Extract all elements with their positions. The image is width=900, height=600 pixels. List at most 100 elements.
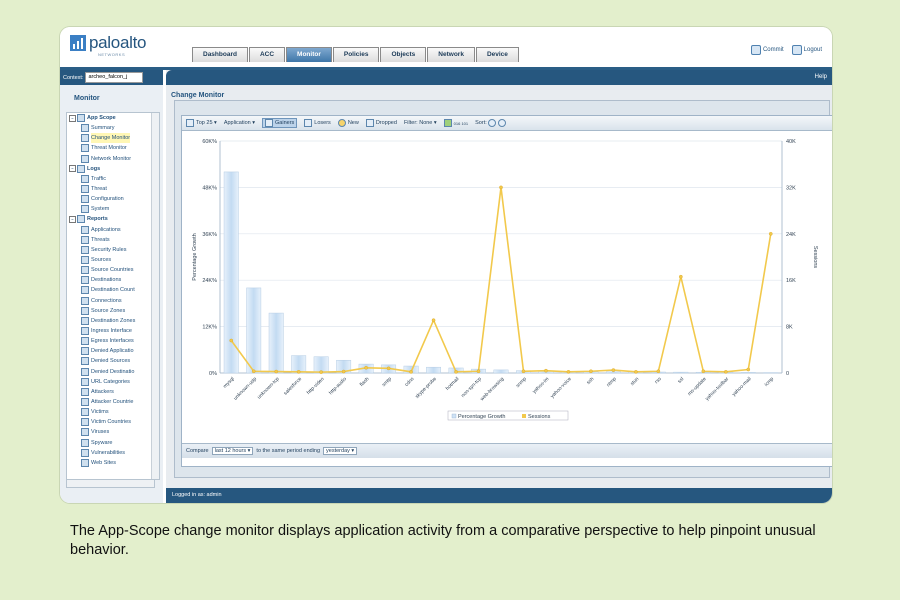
help-bar: Help <box>166 70 832 85</box>
tab-device[interactable]: Device <box>475 47 519 62</box>
filter-dropdown[interactable]: Filter: None ▾ <box>404 120 437 126</box>
context-bar: Context: archeo_falcon_j <box>60 70 163 85</box>
tree-item[interactable]: Change Monitor <box>67 133 159 144</box>
gainers-button[interactable]: Gainers <box>262 118 298 128</box>
tree-item[interactable]: Spyware <box>67 438 159 448</box>
y-right-tick-label: 24K <box>786 232 796 238</box>
tree-item[interactable]: Egress Interfaces <box>67 336 159 346</box>
filter-label: Filter: <box>403 120 418 126</box>
report-icon <box>81 245 89 254</box>
tree-item[interactable]: Applications <box>67 225 159 235</box>
tree-item[interactable]: Denied Destinatio <box>67 367 159 377</box>
tree-item[interactable]: Viruses <box>67 427 159 437</box>
tree-item[interactable]: Attacker Countrie <box>67 397 159 407</box>
report-icon <box>81 134 89 143</box>
collapse-icon[interactable]: − <box>69 215 76 223</box>
point-sessions <box>589 369 593 374</box>
collapse-icon[interactable]: − <box>69 165 76 173</box>
tree-item-label: Web Sites <box>91 459 116 466</box>
report-icon <box>81 205 89 214</box>
point-sessions <box>386 366 391 371</box>
tree-item[interactable]: Ingress Interface <box>67 326 159 336</box>
report-icon <box>81 458 89 467</box>
tree-item-label: Destination Count <box>91 287 135 294</box>
point-sessions <box>409 370 413 374</box>
y-right-tick-label: 40K <box>786 139 796 145</box>
sort-control[interactable]: Sort: <box>475 119 508 127</box>
tree-item-label: Summary <box>91 125 115 132</box>
tree-item[interactable]: Vulnerabilities <box>67 448 159 458</box>
compare-ending-select[interactable]: yesterday ▾ <box>323 447 358 455</box>
dropped-button[interactable]: Dropped <box>365 119 397 127</box>
collapse-icon[interactable]: − <box>69 114 76 122</box>
point-sessions <box>341 369 346 374</box>
tree-horizontal-scrollbar[interactable] <box>66 479 155 488</box>
report-icon <box>81 124 89 133</box>
app-window: paloalto NETWORKS Dashboard ACC Monitor Pol… <box>60 27 832 503</box>
tree-item-label: Vulnerabilities <box>91 449 126 456</box>
tree-item-label: Change Monitor <box>91 133 131 144</box>
bar-percentage-growth <box>426 366 442 374</box>
tree-item[interactable]: Victim Countries <box>67 417 159 427</box>
tree-item[interactable]: Security Rules <box>67 245 159 255</box>
report-icon <box>81 154 89 163</box>
tree-category[interactable]: − Reports <box>67 214 159 224</box>
tree-item[interactable]: Destinations <box>67 275 159 285</box>
x-tick-label: hotmail <box>445 376 461 392</box>
tree-item[interactable]: System <box>67 204 159 214</box>
tree-item[interactable]: URL Categories <box>67 377 159 387</box>
tree-item[interactable]: Configuration <box>67 194 159 204</box>
top-count-dropdown[interactable]: Top 25 ▾ <box>186 119 217 127</box>
tree-category[interactable]: − Logs <box>67 164 159 174</box>
losers-button[interactable]: Losers <box>304 119 331 127</box>
tree-item[interactable]: Attackers <box>67 387 159 397</box>
tab-policies[interactable]: Policies <box>332 47 380 62</box>
context-select[interactable]: archeo_falcon_j <box>85 72 144 83</box>
help-link[interactable]: Help <box>815 74 827 80</box>
tab-monitor[interactable]: Monitor <box>286 47 332 62</box>
dropped-icon <box>365 119 374 127</box>
report-icon <box>81 185 89 194</box>
count-toggle[interactable]: 016 101 <box>443 119 468 127</box>
tree-item[interactable]: Connections <box>67 296 159 306</box>
tree-item[interactable]: Threat Monitor <box>67 143 159 153</box>
tree-item[interactable]: Threats <box>67 235 159 245</box>
tree-item[interactable]: Threat <box>67 184 159 194</box>
tree-item-label: Security Rules <box>91 246 127 253</box>
tree-item[interactable]: Sources <box>67 255 159 265</box>
tree-item-label: Denied Destinatio <box>91 368 135 375</box>
tree-item[interactable]: Denied Applicatio <box>67 346 159 356</box>
x-tick-label: smtp <box>381 376 393 388</box>
tree-item[interactable]: Source Zones <box>67 306 159 316</box>
tree-item[interactable]: Summary <box>67 123 159 133</box>
compare-label: Compare <box>186 448 209 454</box>
group-by-label: Application <box>223 120 251 126</box>
tab-objects[interactable]: Objects <box>380 47 427 62</box>
compare-period-select[interactable]: last 12 hours ▾ <box>211 447 254 455</box>
y-left-tick-label: 24K% <box>202 278 217 284</box>
tree-category[interactable]: − App Scope <box>67 113 159 123</box>
tree-item[interactable]: Destination Zones <box>67 316 159 326</box>
tree-item-label: Source Countries <box>91 267 134 274</box>
x-tick-label: http-audio <box>328 376 348 396</box>
tree-vertical-scrollbar[interactable] <box>151 113 159 479</box>
tab-network[interactable]: Network <box>427 47 475 62</box>
tab-acc[interactable]: ACC <box>248 47 286 62</box>
tree-item[interactable]: Web Sites <box>67 458 159 468</box>
left-title: Monitor <box>74 95 100 102</box>
tree-item[interactable]: Denied Sources <box>67 356 159 366</box>
tree-item[interactable]: Source Countries <box>67 265 159 275</box>
logout-link[interactable]: Logout <box>791 45 822 55</box>
tree-item[interactable]: Destination Count <box>67 285 159 295</box>
new-button[interactable]: New <box>337 119 359 127</box>
gainers-label: Gainers <box>275 120 295 126</box>
commit-link[interactable]: Commit <box>750 45 784 55</box>
group-by-dropdown[interactable]: Application ▾ <box>224 120 255 126</box>
tree-item[interactable]: Traffic <box>67 174 159 184</box>
point-sessions <box>566 370 571 374</box>
x-tick-label: mysql <box>222 376 235 389</box>
tab-dashboard[interactable]: Dashboard <box>192 47 248 62</box>
tree-item[interactable]: Network Monitor <box>67 154 159 164</box>
tree-item[interactable]: Victims <box>67 407 159 417</box>
tree-item-label: Spyware <box>91 439 113 446</box>
